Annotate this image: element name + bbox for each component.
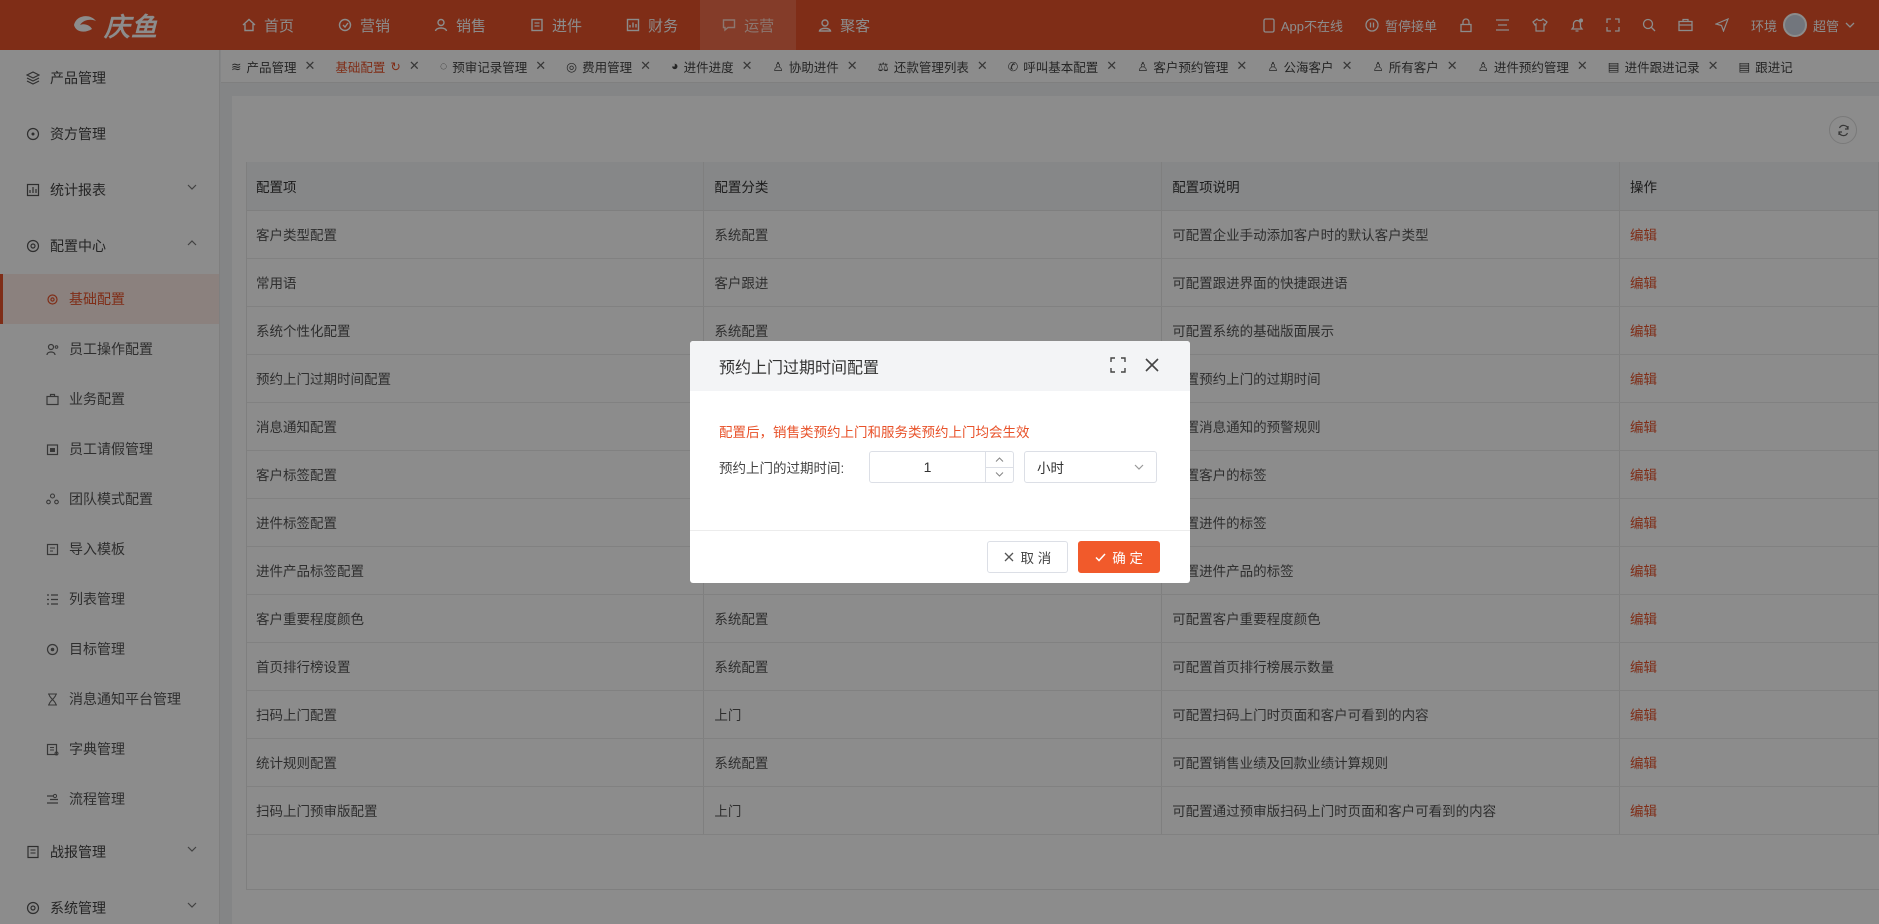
dialog-body: 配置后，销售类预约上门和服务类预约上门均会生效 预约上门的过期时间: 1 小时 <box>690 391 1190 483</box>
chevron-up-icon <box>995 456 1004 462</box>
dialog-title: 预约上门过期时间配置 <box>719 360 880 377</box>
chevron-down-icon <box>1134 464 1144 470</box>
check-icon <box>1095 552 1106 562</box>
close-icon <box>1005 552 1014 562</box>
dialog-header: 预约上门过期时间配置 <box>690 341 1190 391</box>
decrement-button[interactable] <box>986 468 1013 483</box>
expiry-value[interactable]: 1 <box>870 452 985 482</box>
expiry-label: 预约上门的过期时间: <box>719 461 845 476</box>
close-icon[interactable] <box>1144 357 1160 373</box>
confirm-button[interactable]: 确 定 <box>1078 541 1160 573</box>
cancel-button[interactable]: 取 消 <box>987 541 1069 573</box>
fullscreen-icon[interactable] <box>1110 357 1126 373</box>
expiry-config-dialog: 预约上门过期时间配置 配置后，销售类预约上门和服务类预约上门均会生效 预约上门的… <box>690 341 1190 583</box>
warning-text: 配置后，销售类预约上门和服务类预约上门均会生效 <box>719 425 1030 440</box>
unit-select[interactable]: 小时 <box>1024 451 1157 483</box>
expiry-number-input[interactable]: 1 <box>869 451 1014 483</box>
unit-selected-value: 小时 <box>1037 461 1064 476</box>
chevron-down-icon <box>995 472 1004 478</box>
increment-button[interactable] <box>986 452 1013 468</box>
dialog-footer: 取 消 确 定 <box>690 530 1190 583</box>
expiry-form-row: 预约上门的过期时间: 1 小时 <box>719 451 1190 483</box>
